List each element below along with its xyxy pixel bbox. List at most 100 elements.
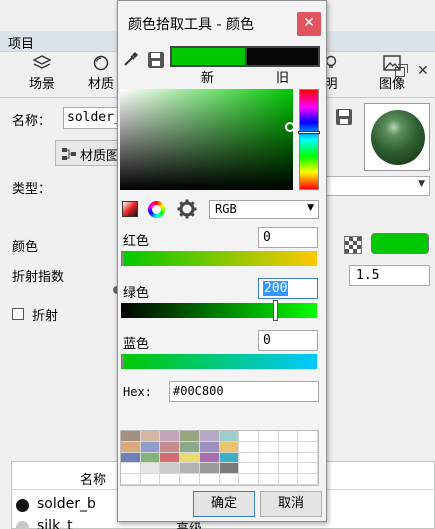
red-slider-handle[interactable] [122,252,124,265]
color-swatch-cell[interactable] [298,431,318,442]
transparency-checker-icon[interactable] [344,236,362,254]
red-slider[interactable] [121,251,317,266]
gear-icon[interactable] [177,199,197,219]
color-swatch-cell[interactable] [298,474,318,485]
old-color-swatch[interactable] [247,48,318,65]
save-icon[interactable] [148,52,164,68]
color-swatch-cell[interactable] [180,431,200,442]
color-swatch-cell[interactable] [121,474,141,485]
sv-field-cursor[interactable] [285,122,295,132]
color-swatch-cell[interactable] [278,441,299,453]
color-swatch-cell[interactable] [199,463,220,475]
color-mode-value: RGB [215,202,237,216]
material-graph-button[interactable]: 材质图 [55,140,125,166]
layer-name: silk_t [37,518,73,529]
blue-input[interactable]: 0 [258,330,318,351]
color-swatch-cell[interactable] [278,463,299,475]
tab-scene-label: 场景 [28,77,55,92]
color-swatch-cell[interactable] [160,431,181,442]
save-icon[interactable] [335,108,353,126]
color-swatch-cell[interactable] [258,474,279,485]
color-swatch-cell[interactable] [180,474,200,485]
color-swatch-cell[interactable] [239,441,259,453]
green-slider[interactable] [121,303,317,318]
color-mode-select[interactable]: RGB ▼ [209,200,319,219]
new-color-label: 新 [201,71,215,86]
color-wheel-icon[interactable] [148,201,165,218]
color-swatch-cell[interactable] [199,474,220,485]
type-label: 类型： [12,182,52,197]
color-swatch-cell[interactable] [160,463,181,475]
color-swatch-cell[interactable] [298,441,318,453]
green-label: 绿色 [123,286,150,301]
red-input[interactable]: 0 [258,227,318,248]
refraction-index-label: 折射指数 [12,270,65,285]
color-swatch-grid [120,430,319,486]
color-swatch-button[interactable] [371,233,429,254]
refraction-index-input[interactable]: 1.5 [349,265,430,286]
saturation-value-field[interactable] [120,89,293,190]
color-swatch-cell[interactable] [121,463,141,475]
color-swatch-cell[interactable] [219,441,240,453]
hue-slider-handle[interactable] [298,131,320,134]
color-swatch-cell[interactable] [239,452,259,464]
cancel-button[interactable]: 取消 [260,491,322,517]
color-swatch-cell[interactable] [140,452,161,464]
color-swatch-cell[interactable] [180,441,200,453]
color-swatch-cell[interactable] [121,452,141,464]
scene-icon [33,55,51,69]
color-swatch-cell[interactable] [298,452,318,464]
color-gradient-mode-icon[interactable] [122,201,138,217]
material-icon [93,55,109,71]
color-swatch-cell[interactable] [140,441,161,453]
layer-name: solder_b [37,496,96,512]
color-swatch-cell[interactable] [298,463,318,475]
color-swatch-cell[interactable] [199,452,220,464]
color-swatch-cell[interactable] [121,441,141,453]
blue-label: 蓝色 [123,337,150,352]
close-icon[interactable]: ✕ [297,12,321,36]
color-swatch-cell[interactable] [219,431,240,442]
hue-slider[interactable] [299,89,319,190]
color-swatch-cell[interactable] [258,452,279,464]
tab-scene[interactable]: 场景 [12,55,72,97]
type-select[interactable]: ▼ [322,176,430,196]
color-swatch-cell[interactable] [199,441,220,453]
color-swatch-cell[interactable] [278,474,299,485]
color-swatch-cell[interactable] [160,452,181,464]
color-swatch-cell[interactable] [219,452,240,464]
color-swatch-cell[interactable] [258,463,279,475]
color-swatch-cell[interactable] [278,452,299,464]
color-swatch-cell[interactable] [199,431,220,442]
hex-label: Hex: [123,385,152,399]
color-swatch-cell[interactable] [239,431,259,442]
color-label: 颜色 [12,240,39,255]
column-header-name: 名称 [80,473,107,488]
color-swatch-cell[interactable] [160,474,181,485]
color-swatch-cell[interactable] [160,441,181,453]
color-swatch-cell[interactable] [180,452,200,464]
dialog-titlebar[interactable]: 颜色拾取工具 - 颜色 ✕ [118,1,326,45]
color-swatch-cell[interactable] [219,474,240,485]
color-swatch-cell[interactable] [258,441,279,453]
color-swatch-cell[interactable] [140,463,161,475]
green-input[interactable]: 200 [258,278,318,299]
color-swatch-cell[interactable] [239,474,259,485]
blue-slider[interactable] [121,354,317,369]
color-swatch-cell[interactable] [219,463,240,475]
color-swatch-cell[interactable] [140,431,161,442]
refraction-checkbox[interactable] [12,308,24,320]
hex-input[interactable]: #00C800 [169,381,319,402]
chevron-down-icon: ▼ [307,203,314,213]
color-swatch-cell[interactable] [278,431,299,442]
color-swatch-cell[interactable] [140,474,161,485]
color-swatch-cell[interactable] [180,463,200,475]
color-swatch-cell[interactable] [258,431,279,442]
blue-slider-handle[interactable] [122,355,124,368]
tab-image[interactable]: 图像 [362,55,422,97]
color-swatch-cell[interactable] [239,463,259,475]
green-slider-handle[interactable] [273,300,278,321]
color-swatch-cell[interactable] [121,431,141,442]
ok-button[interactable]: 确定 [193,491,255,517]
eyedropper-icon[interactable] [123,51,139,67]
